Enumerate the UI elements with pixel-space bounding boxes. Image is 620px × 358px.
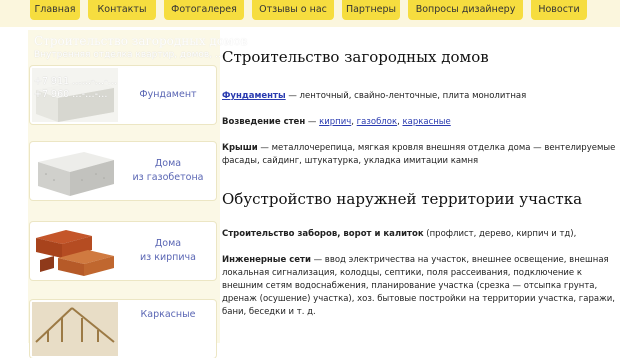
nav-item-contacts[interactable]: Контакты [88, 0, 156, 20]
paragraph-networks: Инженерные сети — ввод электричества на … [222, 254, 618, 319]
link-foundations[interactable]: Фундаменты [222, 91, 286, 101]
sidebar-tile-label: Дома из газобетона [132, 158, 204, 183]
site-subtitle: Внутренняя отделка квартир, домов, … [34, 50, 224, 60]
main-nav: Главная Контакты Фотогалерея Отзывы о на… [0, 0, 620, 22]
paragraph-text: — ленточный, свайно-ленточные, плита мон… [285, 91, 527, 101]
sidebar-tile-aerated-concrete[interactable]: Дома из газобетона [30, 142, 216, 200]
sidebar-tile-brick[interactable]: Дома из кирпича [30, 222, 216, 280]
link-gasblock[interactable]: газоблок [357, 117, 397, 127]
sidebar-tile-frame[interactable]: Каркасные [30, 300, 216, 358]
section-title-territory: Обустройство наружней территории участка [222, 190, 583, 208]
nav-item-news[interactable]: Новости [531, 0, 587, 20]
brick-image [32, 224, 118, 278]
nav-item-reviews[interactable]: Отзывы о нас [252, 0, 334, 20]
nav-item-gallery[interactable]: Фотогалерея [164, 0, 244, 20]
site-title: Строительство загородных домов [34, 34, 248, 48]
nav-item-designer-questions[interactable]: Вопросы дизайнеру [408, 0, 523, 20]
paragraph-text: — металлочерепица, мягкая кровля внешняя… [222, 143, 616, 166]
label-roofs: Крыши [222, 143, 258, 153]
aerated-block-image [32, 144, 118, 198]
paragraph-fences: Строительство заборов, ворот и калиток (… [222, 228, 618, 241]
sidebar-tile-label: Дома из кирпича [139, 238, 196, 263]
phone-number-2: +7 960 …-…-… [34, 89, 108, 100]
link-frame[interactable]: каркасные [402, 117, 450, 127]
frame-house-image [32, 302, 118, 356]
phone-number-1: +7 911 ……-…-… [34, 76, 118, 87]
paragraph-walls: Возведение стен — кирпич, газоблок, карк… [222, 117, 451, 127]
paragraph-foundations: Фундаменты — ленточный, свайно-ленточные… [222, 90, 618, 103]
link-brick[interactable]: кирпич [319, 117, 351, 127]
section-title-construction: Строительство загородных домов [222, 48, 489, 66]
label-fences: Строительство заборов, ворот и калиток [222, 229, 424, 239]
nav-item-home[interactable]: Главная [30, 0, 80, 20]
paragraph-text: (профлист, дерево, кирпич и тд), [423, 229, 577, 239]
separator: — [305, 117, 320, 127]
sidebar-tile-label: Фундамент [139, 89, 197, 100]
label-networks: Инженерные сети [222, 255, 311, 265]
label-walls: Возведение стен [222, 117, 306, 127]
sidebar-tile-label: Каркасные [140, 309, 196, 320]
nav-item-partners[interactable]: Партнеры [342, 0, 400, 20]
paragraph-roofs: Крыши — металлочерепица, мягкая кровля в… [222, 142, 618, 168]
